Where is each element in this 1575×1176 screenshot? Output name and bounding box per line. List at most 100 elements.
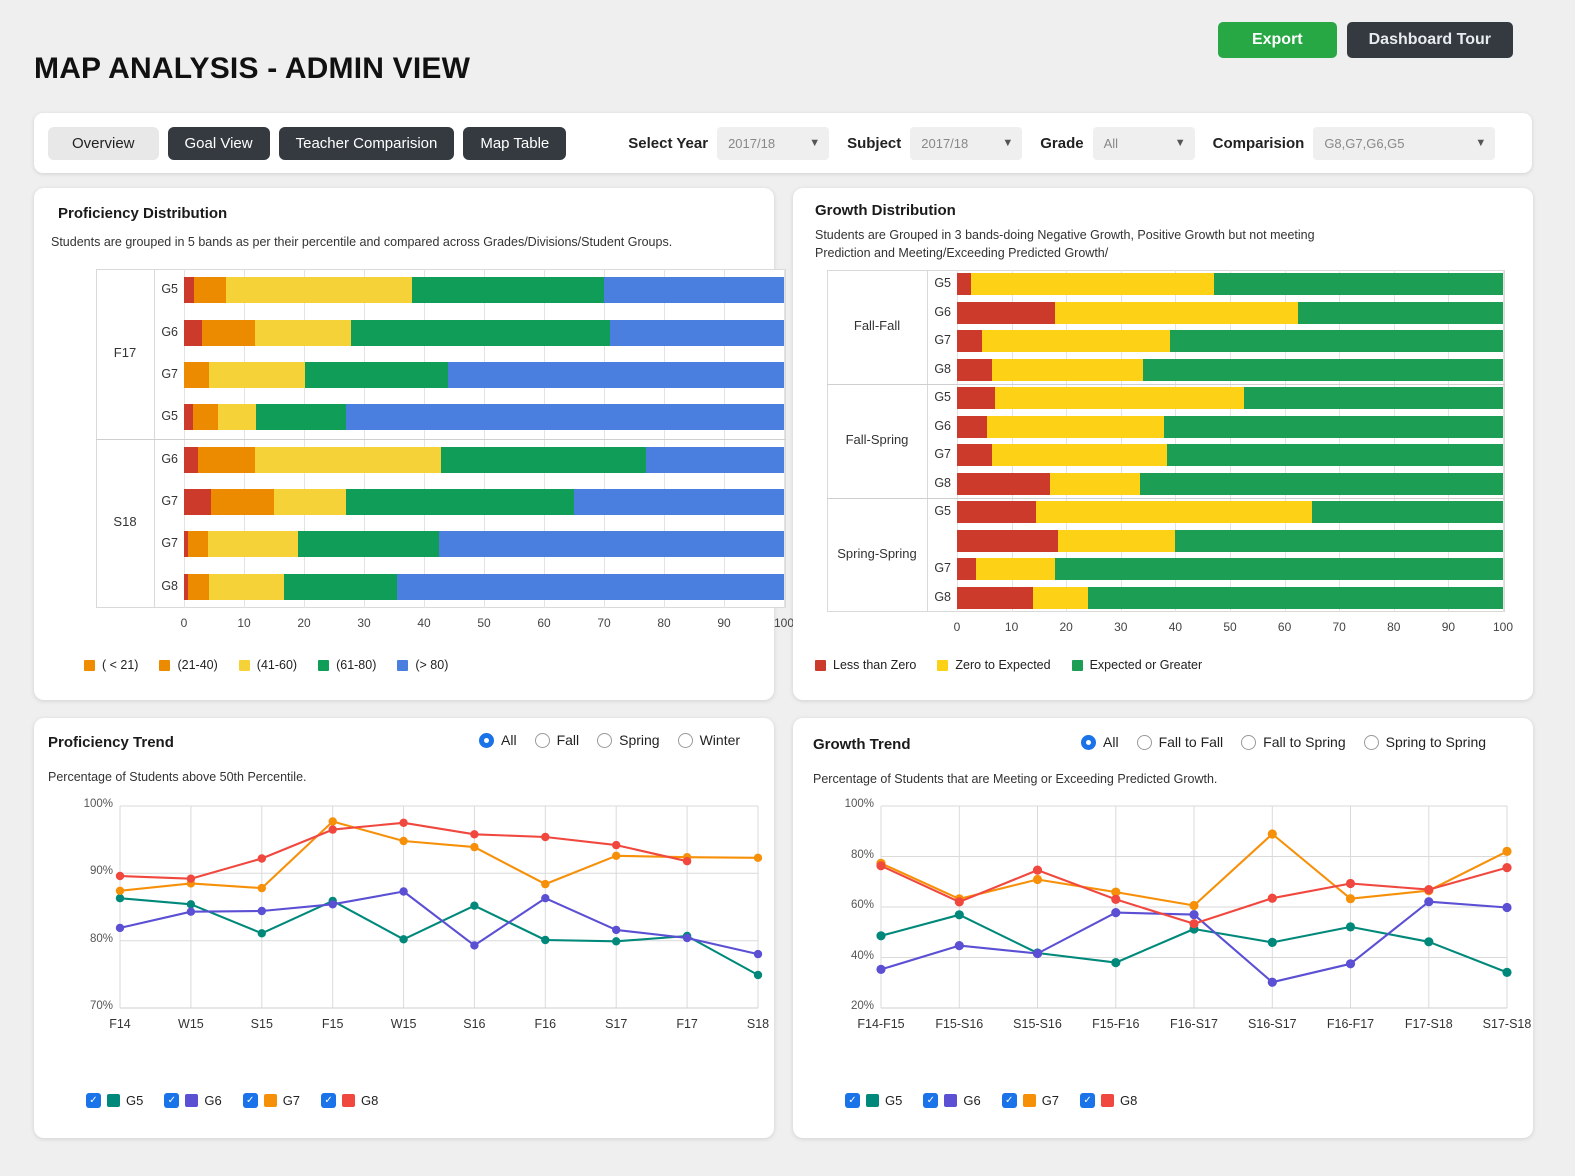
stacked-bar-row[interactable] <box>957 501 1503 524</box>
bar-segment[interactable] <box>957 330 982 353</box>
bar-segment[interactable] <box>609 319 784 346</box>
bar-segment[interactable] <box>184 446 199 473</box>
series-toggle-G5[interactable]: ✓ G5 <box>845 1093 902 1108</box>
data-point[interactable] <box>115 886 125 895</box>
radio-icon[interactable] <box>479 732 494 748</box>
data-point[interactable] <box>612 937 621 946</box>
line-series-G5[interactable] <box>119 897 759 976</box>
bar-segment[interactable] <box>957 529 1058 552</box>
data-point[interactable] <box>1345 922 1356 932</box>
data-point[interactable] <box>470 901 479 910</box>
series-toggle-G7[interactable]: ✓ G7 <box>1001 1093 1059 1108</box>
data-point[interactable] <box>612 840 621 850</box>
data-point[interactable] <box>954 941 964 951</box>
checkbox-icon[interactable]: ✓ <box>923 1093 939 1108</box>
bar-segment[interactable] <box>1055 301 1299 324</box>
data-point[interactable] <box>876 861 886 871</box>
data-point[interactable] <box>1424 937 1434 947</box>
bar-segment[interactable] <box>188 573 210 600</box>
data-point[interactable] <box>1189 919 1199 929</box>
data-point[interactable] <box>399 836 408 846</box>
stacked-bar-row[interactable] <box>184 573 784 600</box>
stacked-bar-row[interactable] <box>957 444 1503 467</box>
bar-segment[interactable] <box>1311 501 1503 524</box>
bar-segment[interactable] <box>1169 330 1503 353</box>
radio-icon[interactable] <box>597 732 613 748</box>
bar-segment[interactable] <box>992 358 1143 381</box>
series-toggle-G6[interactable]: ✓ G6 <box>164 1093 222 1108</box>
bar-segment[interactable] <box>1298 301 1503 324</box>
stacked-bar-row[interactable] <box>184 531 784 558</box>
dashboard-tour-button[interactable]: Dashboard Tour <box>1346 22 1513 58</box>
data-point[interactable] <box>753 970 763 980</box>
stacked-bar-row[interactable] <box>957 472 1503 495</box>
bar-segment[interactable] <box>304 361 448 388</box>
legend-item[interactable]: ( < 21) <box>84 658 138 672</box>
bar-segment[interactable] <box>209 573 285 600</box>
data-point[interactable] <box>876 964 886 974</box>
data-point[interactable] <box>1267 977 1277 987</box>
bar-segment[interactable] <box>184 404 193 431</box>
bar-segment[interactable] <box>981 330 1170 353</box>
data-point[interactable] <box>1267 893 1277 903</box>
bar-segment[interactable] <box>218 404 256 431</box>
legend-item[interactable]: Zero to Expected <box>937 658 1051 672</box>
radio-icon[interactable] <box>1081 734 1096 750</box>
series-toggle-G6[interactable]: ✓ G6 <box>923 1093 981 1108</box>
export-button[interactable]: Export <box>1217 22 1337 58</box>
data-point[interactable] <box>186 874 196 883</box>
stacked-bar-row[interactable] <box>957 529 1503 552</box>
bar-segment[interactable] <box>202 319 256 346</box>
data-point[interactable] <box>328 900 337 909</box>
data-point[interactable] <box>541 879 550 889</box>
data-point[interactable] <box>115 871 125 881</box>
data-point[interactable] <box>470 941 479 950</box>
stacked-bar-row[interactable] <box>957 558 1503 581</box>
legend-item[interactable]: (61-80) <box>318 658 376 672</box>
data-point[interactable] <box>1345 894 1356 904</box>
bar-segment[interactable] <box>1175 529 1503 552</box>
checkbox-icon[interactable]: ✓ <box>86 1093 101 1108</box>
data-point[interactable] <box>612 851 621 860</box>
bar-segment[interactable] <box>1164 415 1503 438</box>
bar-segment[interactable] <box>1167 444 1503 467</box>
bar-segment[interactable] <box>1036 501 1312 524</box>
stacked-bar-row[interactable] <box>957 330 1503 353</box>
bar-segment[interactable] <box>976 558 1056 581</box>
data-point[interactable] <box>115 894 125 903</box>
bar-segment[interactable] <box>193 404 219 431</box>
proficiency-trend-radio-winter[interactable]: Winter <box>677 732 740 748</box>
bar-segment[interactable] <box>411 277 604 304</box>
bar-segment[interactable] <box>992 444 1168 467</box>
radio-icon[interactable] <box>1241 734 1257 750</box>
data-point[interactable] <box>753 949 763 959</box>
select-year-dropdown[interactable]: 2017/18 ▼ <box>717 126 830 160</box>
data-point[interactable] <box>470 830 479 839</box>
series-toggle-G5[interactable]: ✓ G5 <box>86 1093 143 1108</box>
bar-segment[interactable] <box>957 472 1050 495</box>
bar-segment[interactable] <box>957 501 1037 524</box>
data-point[interactable] <box>257 906 266 916</box>
bar-segment[interactable] <box>1088 586 1503 609</box>
data-point[interactable] <box>1502 863 1512 873</box>
data-point[interactable] <box>1032 874 1043 885</box>
radio-icon[interactable] <box>534 732 550 748</box>
radio-icon[interactable] <box>677 732 693 748</box>
bar-segment[interactable] <box>1049 472 1140 495</box>
data-point[interactable] <box>1032 948 1043 959</box>
legend-item[interactable]: (21-40) <box>159 658 218 672</box>
bar-segment[interactable] <box>645 446 784 473</box>
data-point[interactable] <box>753 853 763 862</box>
data-point[interactable] <box>1345 878 1356 889</box>
bar-segment[interactable] <box>207 531 298 558</box>
data-point[interactable] <box>1111 958 1121 968</box>
bar-segment[interactable] <box>1243 387 1503 410</box>
data-point[interactable] <box>399 935 408 944</box>
bar-segment[interactable] <box>184 489 211 516</box>
bar-segment[interactable] <box>1139 472 1503 495</box>
comparision-dropdown[interactable]: G8,G7,G6,G5 ▼ <box>1313 126 1496 160</box>
bar-segment[interactable] <box>184 361 209 388</box>
series-toggle-G8[interactable]: ✓ G8 <box>1080 1093 1137 1108</box>
bar-segment[interactable] <box>957 301 1056 324</box>
bar-segment[interactable] <box>438 531 784 558</box>
